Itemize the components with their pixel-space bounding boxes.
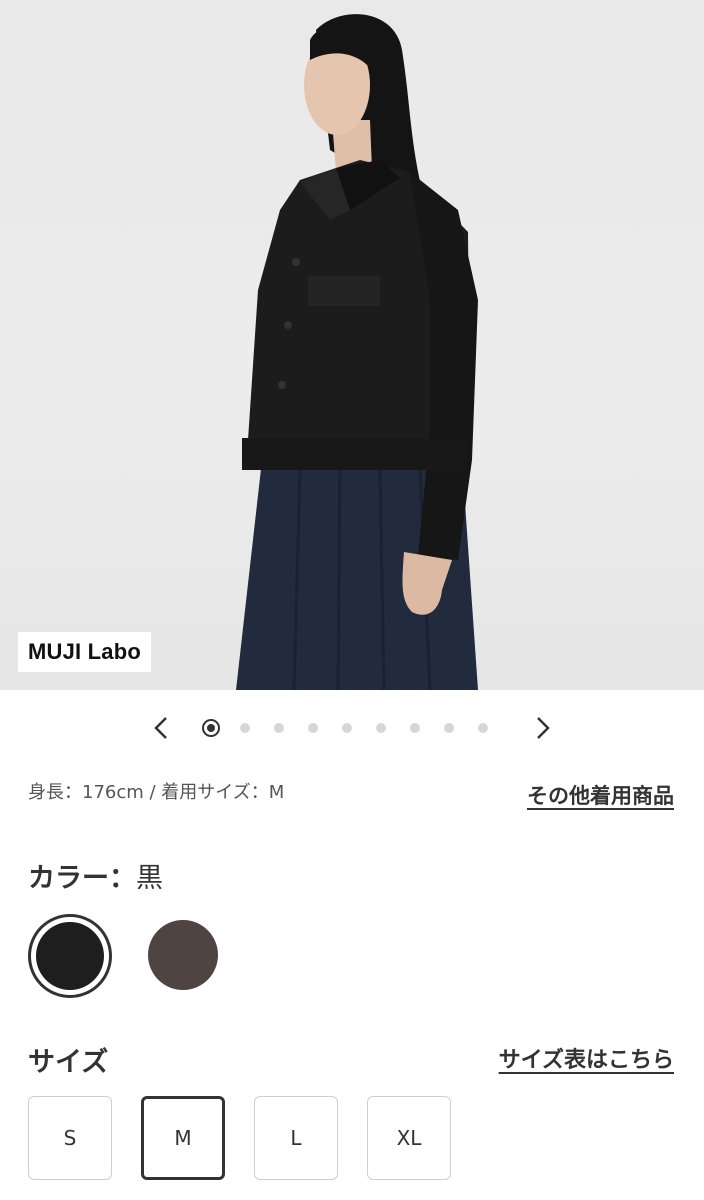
product-image[interactable]: MUJI Labo — [0, 0, 704, 690]
size-option-m[interactable]: M — [141, 1096, 225, 1180]
carousel-dot-5[interactable] — [342, 723, 352, 733]
carousel-dot-7[interactable] — [410, 723, 420, 733]
size-option-xl[interactable]: XL — [367, 1096, 451, 1180]
size-option-l[interactable]: L — [254, 1096, 338, 1180]
carousel-dot-4[interactable] — [308, 723, 318, 733]
selected-color-name: 黒 — [136, 863, 163, 894]
product-photo — [236, 14, 478, 690]
carousel-next-button[interactable] — [526, 712, 558, 744]
color-swatch-brown[interactable] — [148, 920, 218, 990]
color-swatch-black[interactable] — [28, 914, 112, 998]
other-items-link[interactable]: その他着用商品 — [527, 780, 674, 810]
carousel-dot-3[interactable] — [274, 723, 284, 733]
brand-badge: MUJI Labo — [18, 632, 152, 672]
color-label: カラー： — [28, 863, 136, 894]
chevron-left-icon — [154, 717, 167, 739]
carousel-dot-1[interactable] — [202, 719, 220, 737]
carousel-dot-2[interactable] — [240, 723, 250, 733]
carousel-dot-9[interactable] — [478, 723, 488, 733]
model-info: 身長：176cm / 着用サイズ：M — [28, 782, 285, 803]
carousel-dot-8[interactable] — [444, 723, 454, 733]
carousel-dot-6[interactable] — [376, 723, 386, 733]
color-swatch-black-fill — [36, 922, 104, 990]
chevron-right-icon — [537, 717, 550, 739]
size-option-s[interactable]: S — [28, 1096, 112, 1180]
carousel-dots — [202, 718, 512, 738]
color-heading: カラー：黒 — [28, 856, 163, 895]
size-chart-link[interactable]: サイズ表はこちら — [499, 1042, 674, 1074]
carousel-prev-button[interactable] — [146, 712, 178, 744]
image-carousel-controls — [0, 706, 704, 750]
size-heading: サイズ — [28, 1047, 109, 1078]
